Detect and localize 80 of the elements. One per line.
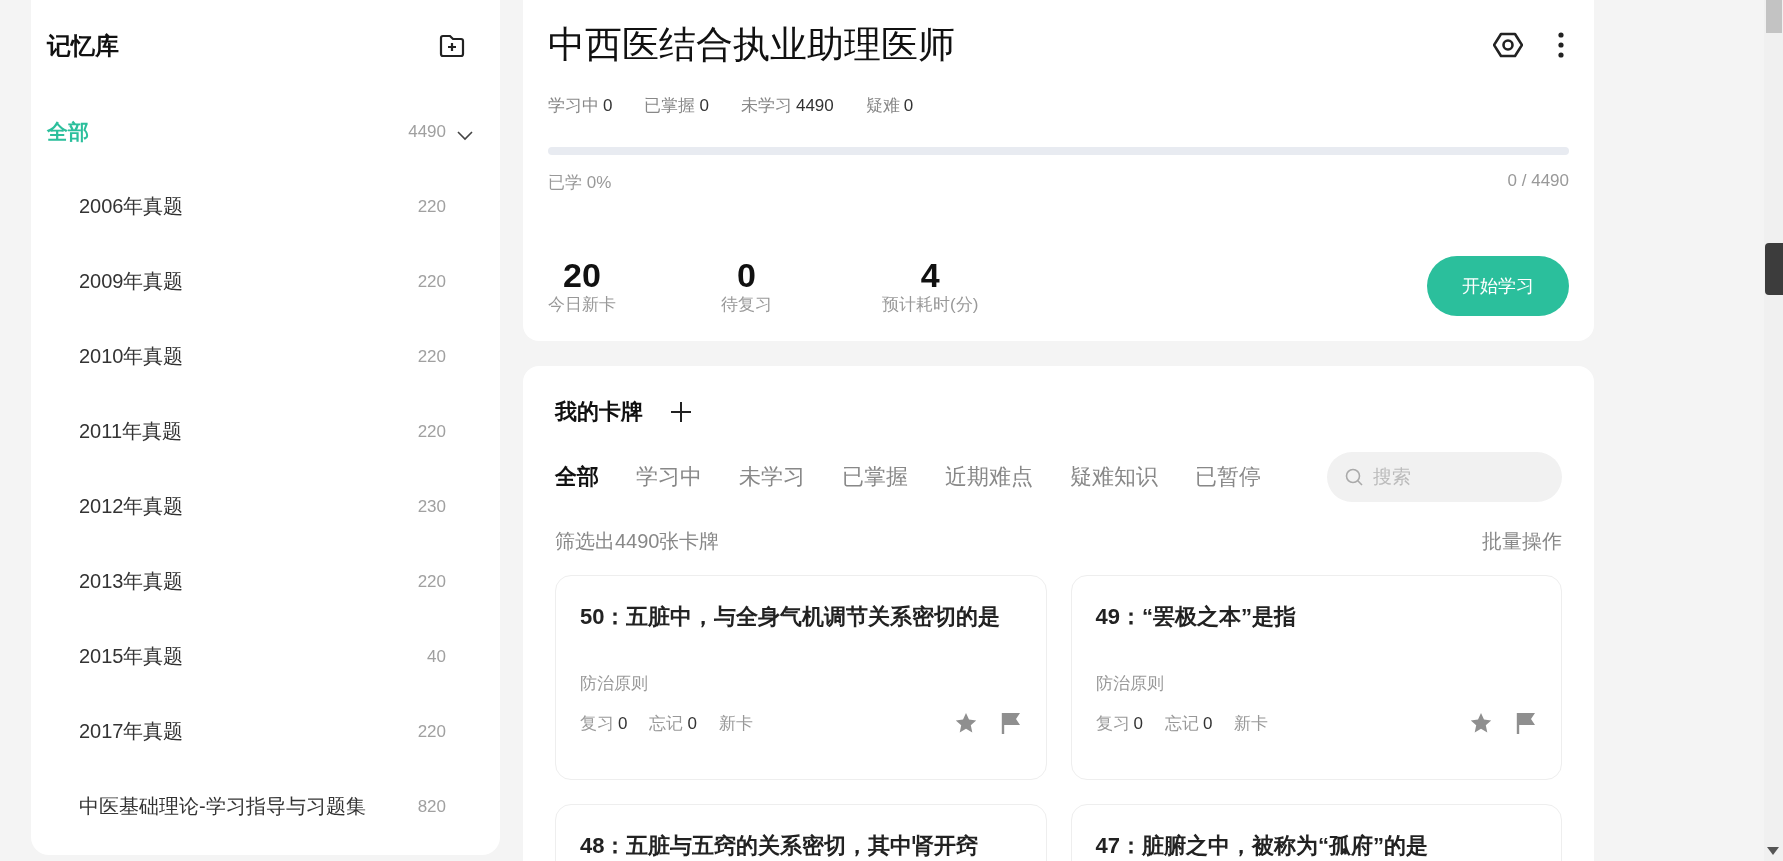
item-count: 40: [427, 646, 446, 667]
plus-icon[interactable]: [669, 400, 693, 424]
item-count: 220: [417, 196, 446, 217]
filter-tab[interactable]: 未学习: [739, 462, 805, 492]
scroll-down-icon[interactable]: [1767, 847, 1779, 855]
flag-icon[interactable]: [1515, 711, 1537, 735]
stat-label: 未学习: [740, 96, 792, 115]
sidebar-item[interactable]: 中医基础理论-学习指导与习题集 820: [47, 769, 474, 844]
item-count: 220: [417, 721, 446, 742]
stat-label: 疑难: [865, 96, 900, 115]
filter-tab[interactable]: 学习中: [636, 462, 702, 492]
filter-tab[interactable]: 已掌握: [842, 462, 908, 492]
card-tag: 防治原则: [580, 672, 1022, 695]
chevron-icon[interactable]: [456, 129, 474, 141]
stat-value: 0: [699, 96, 709, 115]
item-count: 230: [417, 496, 446, 517]
summary-value: 20: [563, 256, 601, 293]
sidebar-item[interactable]: 2012年真题 230: [47, 469, 474, 544]
filter-count: 筛选出4490张卡牌: [555, 529, 720, 554]
stat-label: 学习中: [548, 96, 599, 115]
item-count: 220: [417, 271, 446, 292]
search-icon: [1345, 468, 1363, 486]
flashcard[interactable]: 49：“罢极之本”是指 防治原则 复习 0 忘记 0 新卡: [1070, 575, 1562, 780]
flag-icon[interactable]: [999, 711, 1022, 735]
item-count: 220: [417, 346, 446, 367]
item-count: 820: [417, 796, 446, 817]
card-title: 49：“罢极之本”是指: [1095, 603, 1297, 631]
card-stat-value: 0: [687, 713, 697, 733]
side-handle-icon[interactable]: [1765, 243, 1783, 295]
card-title: 48：五脏与五窍的关系密切，其中肾开窍: [580, 832, 980, 860]
filter-tab[interactable]: 已暂停: [1195, 462, 1261, 492]
item-count: 4490: [408, 122, 446, 142]
card-title: 50：五脏中，与全身气机调节关系密切的是: [580, 603, 1002, 631]
card-stat-label: 复习: [580, 713, 614, 733]
card-status: 新卡: [1234, 712, 1269, 735]
sidebar-item[interactable]: 2017年真题 220: [47, 694, 474, 769]
sidebar-item[interactable]: 2011年真题 220: [47, 394, 474, 469]
card-stat-value: 0: [618, 713, 628, 733]
summary-value: 4: [920, 256, 940, 293]
folder-add-icon[interactable]: [438, 32, 466, 60]
star-icon[interactable]: [953, 711, 978, 735]
more-icon[interactable]: [1557, 32, 1565, 58]
panel-title: 我的卡牌: [555, 398, 643, 426]
card-stat-label: 忘记: [649, 713, 684, 733]
card-tag: 防治原则: [1095, 672, 1537, 695]
sidebar-item[interactable]: 2010年真题 220: [47, 319, 474, 394]
settings-icon[interactable]: [1493, 30, 1523, 60]
flashcard[interactable]: 47：脏腑之中，被称为“孤府”的是: [1070, 804, 1562, 861]
filter-tab[interactable]: 全部: [555, 462, 599, 492]
sidebar-item[interactable]: 2009年真题 220: [47, 244, 474, 319]
card-stat-value: 0: [1133, 713, 1143, 733]
deck-title: 中西医结合执业助理医师: [548, 23, 955, 67]
filter-tab[interactable]: 近期难点: [945, 462, 1033, 492]
sidebar-title: 记忆库: [47, 31, 119, 61]
summary-label: 预计耗时(分): [882, 293, 979, 316]
sidebar-item[interactable]: 2006年真题 220: [47, 169, 474, 244]
sidebar-item[interactable]: 2015年真题 40: [47, 619, 474, 694]
summary-label: 待复习: [721, 293, 772, 316]
card-stat-label: 复习: [1095, 713, 1130, 733]
sidebar-item[interactable]: 2013年真题 220: [47, 544, 474, 619]
card-stat-value: 0: [1202, 713, 1213, 733]
progress-count: 0 / 4490: [1507, 171, 1569, 192]
scroll-thumb[interactable]: [1766, 0, 1782, 33]
card-stat-label: 忘记: [1164, 713, 1199, 733]
star-icon[interactable]: [1469, 711, 1493, 735]
flashcard[interactable]: 48：五脏与五窍的关系密切，其中肾开窍: [555, 804, 1047, 861]
summary-value: 0: [737, 256, 756, 293]
batch-action-link[interactable]: 批量操作: [1482, 528, 1562, 555]
flashcard[interactable]: 50：五脏中，与全身气机调节关系密切的是 防治原则 复习 0 忘记 0 新卡: [555, 575, 1047, 780]
filter-tab[interactable]: 疑难知识: [1070, 462, 1158, 492]
stat-value: 0: [903, 96, 914, 115]
stat-value: 0: [603, 96, 613, 115]
stat-label: 已掌握: [644, 96, 696, 115]
card-title: 47：脏腑之中，被称为“孤府”的是: [1095, 832, 1429, 860]
stat-value: 4490: [795, 96, 834, 115]
summary-label: 今日新卡: [548, 293, 616, 316]
card-status: 新卡: [718, 712, 753, 735]
item-count: 220: [417, 421, 446, 442]
progress-label: 已学 0%: [548, 172, 612, 194]
item-count: 220: [417, 571, 446, 592]
